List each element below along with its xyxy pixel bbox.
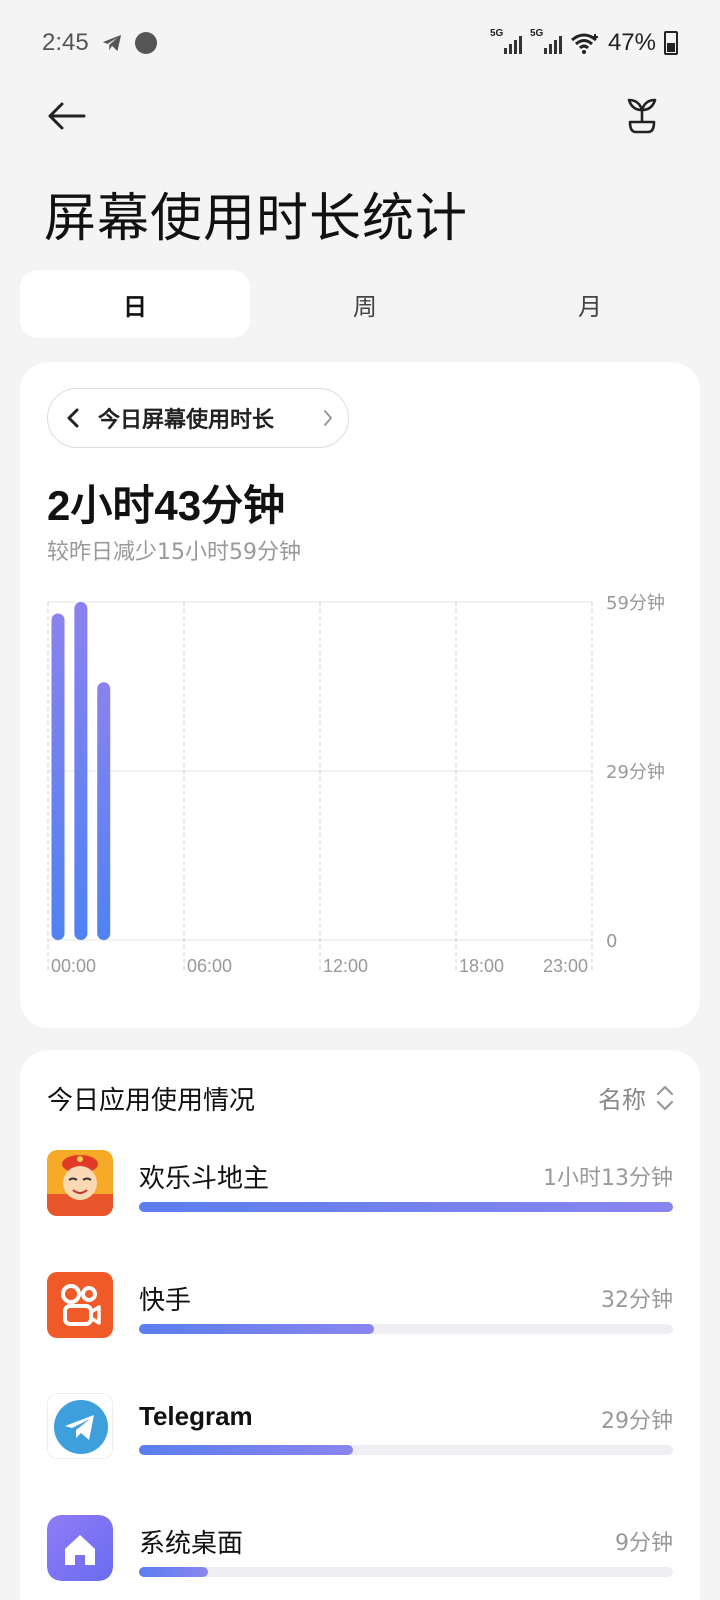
date-selector: 今日屏幕使用时长 bbox=[47, 388, 349, 448]
notification-dot-icon bbox=[134, 32, 157, 54]
next-day-button[interactable] bbox=[308, 408, 348, 428]
app-usage-title: 今日应用使用情况 bbox=[47, 1086, 256, 1116]
app-row[interactable]: 快手 32分钟 bbox=[47, 1272, 673, 1352]
telegram-icon bbox=[47, 1393, 113, 1459]
date-label: 今日屏幕使用时长 bbox=[98, 408, 275, 433]
period-tabs: 日 周 月 bbox=[20, 270, 700, 338]
arrow-left-icon[interactable] bbox=[44, 96, 88, 136]
sort-label: 名称 bbox=[598, 1086, 646, 1114]
battery-icon bbox=[664, 31, 678, 55]
y-tick-label: 0 bbox=[606, 931, 617, 952]
app-usage-time: 32分钟 bbox=[601, 1288, 673, 1313]
usage-bar bbox=[97, 682, 111, 940]
battery-percent: 47% bbox=[607, 29, 656, 56]
x-tick-label: 18:00 bbox=[459, 956, 504, 976]
top-app-bar bbox=[0, 86, 720, 146]
app-name: 欢乐斗地主 bbox=[139, 1164, 270, 1194]
comparison-text: 较昨日减少15小时59分钟 bbox=[47, 540, 301, 565]
app-name: 快手 bbox=[139, 1286, 192, 1316]
sort-updown-icon bbox=[656, 1085, 674, 1110]
app-row[interactable]: Telegram 29分钟 bbox=[47, 1393, 673, 1473]
usage-progress-fill bbox=[139, 1202, 673, 1212]
status-bar: 2:45 5G 5G 47% bbox=[0, 0, 720, 86]
y-tick-label: 29分钟 bbox=[606, 762, 665, 783]
usage-progress-fill bbox=[139, 1567, 209, 1577]
app-name: 系统桌面 bbox=[139, 1529, 244, 1559]
usage-progress-track bbox=[139, 1445, 673, 1455]
sort-by-name-button[interactable]: 名称 bbox=[598, 1080, 674, 1115]
y-tick-label: 59分钟 bbox=[606, 593, 665, 614]
app-usage-time: 29分钟 bbox=[601, 1409, 673, 1434]
usage-progress-track bbox=[139, 1567, 673, 1577]
usage-progress-fill bbox=[139, 1324, 374, 1334]
usage-progress-fill bbox=[139, 1445, 353, 1455]
x-tick-label: 00:00 bbox=[51, 956, 96, 976]
tab-week[interactable]: 周 bbox=[250, 270, 480, 338]
x-tick-label: 12:00 bbox=[323, 956, 368, 976]
usage-bar bbox=[51, 613, 65, 940]
usage-bar bbox=[74, 602, 88, 940]
kuaishou-icon bbox=[47, 1272, 113, 1338]
total-usage-time: 2小时43分钟 bbox=[47, 482, 286, 529]
chevron-left-icon bbox=[67, 408, 79, 428]
status-time: 2:45 bbox=[42, 29, 89, 56]
wifi-icon bbox=[570, 33, 598, 54]
chevron-right-icon bbox=[324, 410, 332, 426]
hourly-usage-chart: 59分钟 29分钟 0 00:00 06:00 12:00 18:00 23:00 bbox=[47, 593, 665, 976]
telegram-notification-icon bbox=[102, 34, 121, 52]
tab-month[interactable]: 月 bbox=[480, 270, 700, 338]
x-tick-label: 06:00 bbox=[187, 956, 232, 976]
app-row[interactable]: 欢乐斗地主 1小时13分钟 bbox=[47, 1150, 673, 1230]
app-usage-time: 9分钟 bbox=[615, 1531, 673, 1556]
tab-day[interactable]: 日 bbox=[20, 270, 250, 338]
usage-progress-track bbox=[139, 1202, 673, 1212]
page-title: 屏幕使用时长统计 bbox=[44, 189, 469, 249]
usage-summary-card: 今日屏幕使用时长 2小时43分钟 较昨日减少15小时59分钟 59分钟 29分钟 0… bbox=[20, 362, 700, 1028]
doudizhu-game-icon bbox=[47, 1150, 113, 1216]
signal-icon: 5G bbox=[490, 28, 522, 54]
previous-day-button[interactable] bbox=[48, 407, 98, 429]
x-tick-label: 23:00 bbox=[543, 956, 588, 976]
app-usage-card: 今日应用使用情况 名称 欢乐斗地主 1小时13分钟 快手 32分钟 Telegr… bbox=[20, 1050, 700, 1600]
app-usage-time: 1小时13分钟 bbox=[543, 1166, 673, 1191]
app-row[interactable]: 系统桌面 9分钟 bbox=[47, 1515, 673, 1595]
home-launcher-icon bbox=[47, 1515, 113, 1581]
signal-icon-2: 5G bbox=[530, 28, 562, 54]
sprout-icon[interactable] bbox=[624, 96, 660, 136]
app-name: Telegram bbox=[139, 1401, 253, 1431]
usage-progress-track bbox=[139, 1324, 673, 1334]
